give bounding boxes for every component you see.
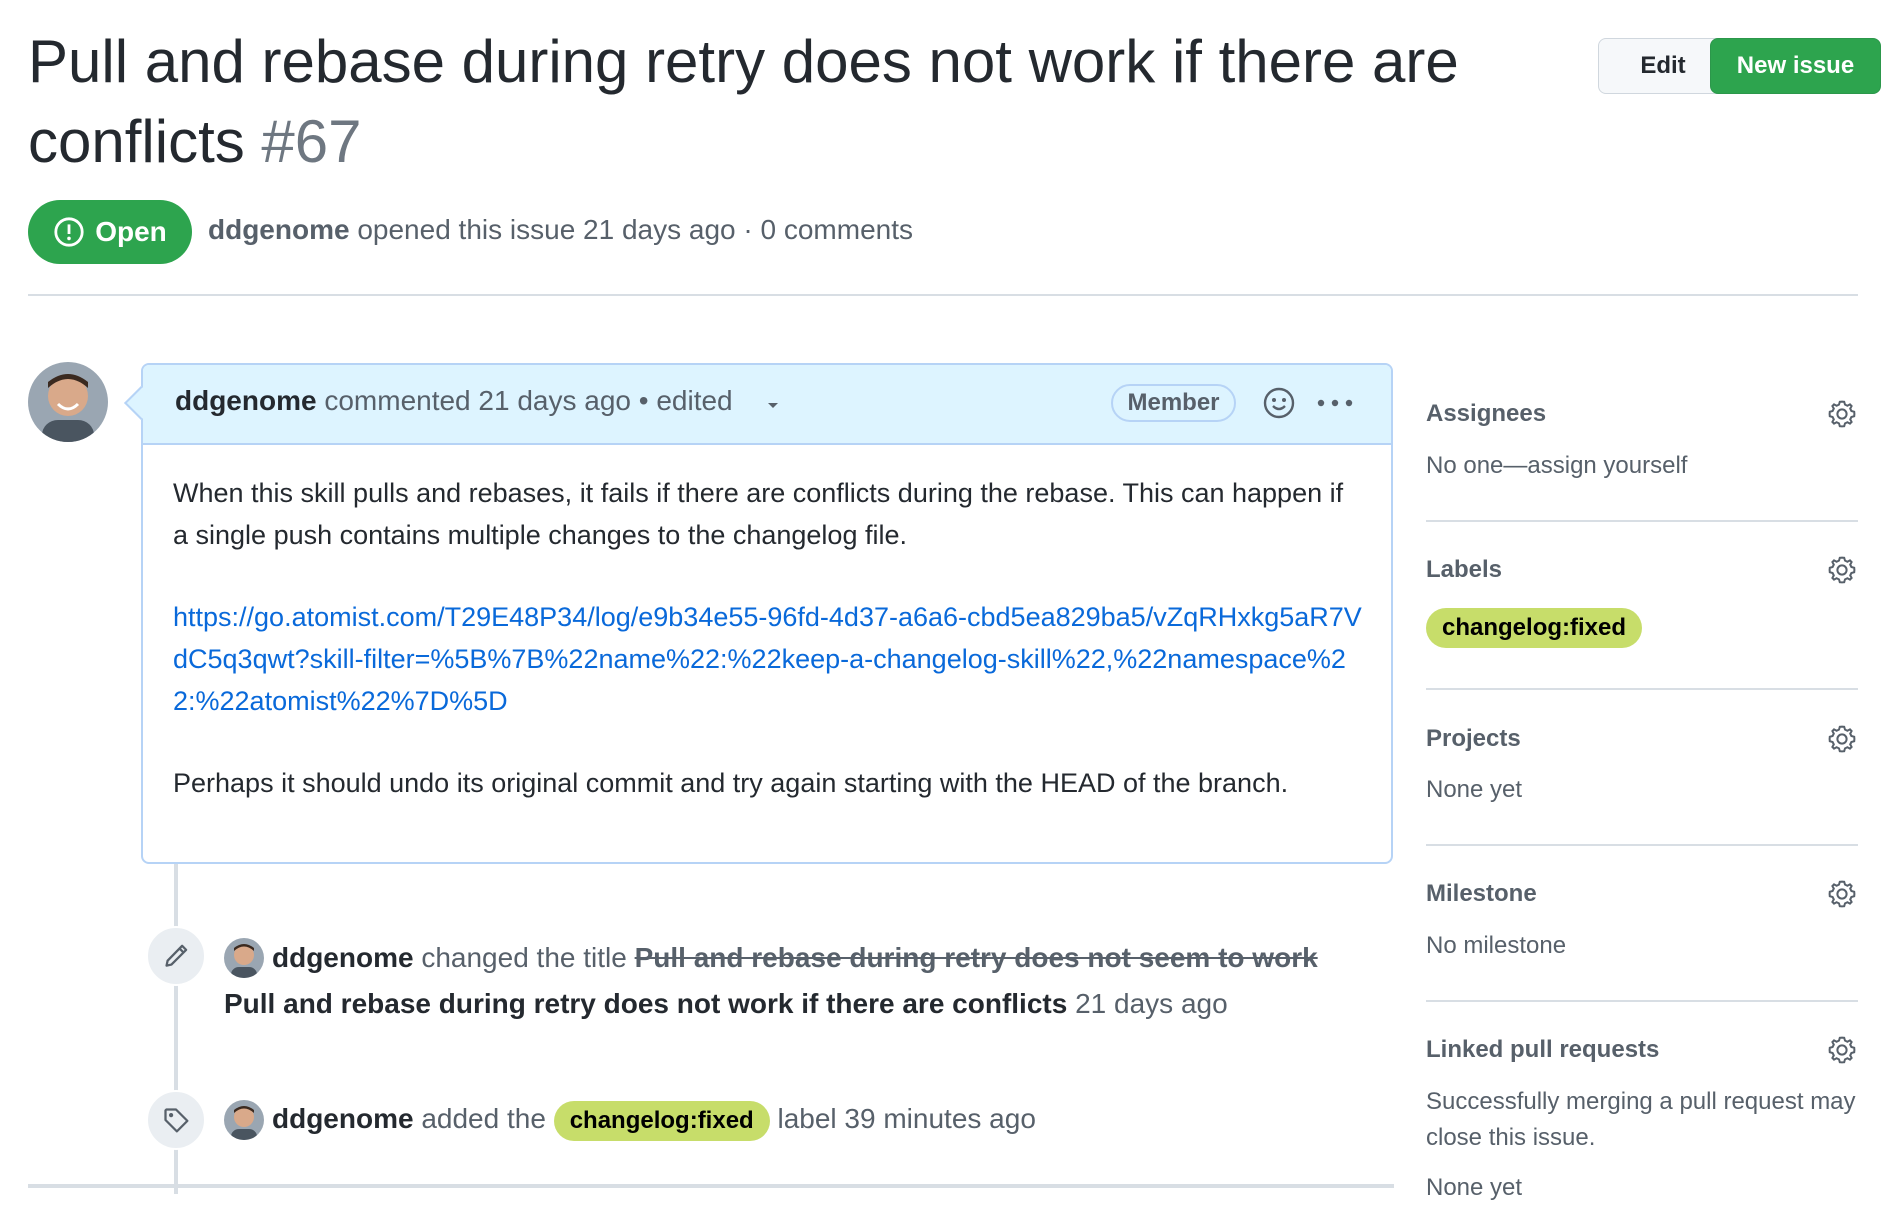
- label-suffix: label 39 minutes ago: [769, 1103, 1036, 1134]
- linked-prs-gear-icon[interactable]: [1826, 1034, 1858, 1066]
- new-title: Pull and rebase during retry does not wo…: [224, 988, 1068, 1019]
- rename-actor-avatar[interactable]: [224, 938, 264, 978]
- rename-event-line-2: Pull and rebase during retry does not wo…: [224, 988, 1228, 1020]
- pencil-icon: [165, 944, 188, 967]
- timeline-bottom-divider: [28, 1184, 1394, 1188]
- assignees-gear-icon[interactable]: [1826, 398, 1858, 430]
- old-title: Pull and rebase during retry does not se…: [634, 942, 1318, 973]
- label-verb: added the: [413, 1103, 554, 1134]
- smiley-icon[interactable]: [1262, 386, 1296, 420]
- comment-paragraph-1: When this skill pulls and rebases, it fa…: [173, 478, 1344, 550]
- issue-title-text: Pull and rebase during retry does not wo…: [28, 28, 1459, 175]
- comment-meta-text[interactable]: commented 21 days ago • edited: [317, 385, 732, 416]
- label-event-line: ddgenome added the changelog:fixed label…: [272, 1101, 1036, 1141]
- tag-icon: [164, 1108, 189, 1133]
- issue-opened-icon: [54, 217, 84, 247]
- sidebar-divider: [1426, 520, 1858, 522]
- rename-event-line-1: ddgenome changed the title Pull and reba…: [272, 942, 1318, 974]
- sidebar-divider: [1426, 1000, 1858, 1002]
- sidebar-divider: [1426, 844, 1858, 846]
- edit-button[interactable]: Edit: [1598, 38, 1728, 94]
- header-divider: [28, 294, 1858, 296]
- comment-paragraph-2: Perhaps it should undo its original comm…: [173, 768, 1289, 798]
- sidebar-divider: [1426, 688, 1858, 690]
- timeline-label-pill[interactable]: changelog:fixed: [553, 1101, 770, 1141]
- linked-prs-value: None yet: [1426, 1174, 1523, 1201]
- issue-title: Pull and rebase during retry does not wo…: [28, 22, 1538, 182]
- rename-time[interactable]: 21 days ago: [1067, 988, 1228, 1019]
- issue-state-badge: Open: [28, 200, 192, 264]
- labels-gear-icon[interactable]: [1826, 554, 1858, 586]
- labels-heading[interactable]: Labels: [1426, 556, 1502, 584]
- issue-state-label: Open: [95, 216, 167, 247]
- rename-event-badge: [146, 926, 206, 986]
- member-badge: Member: [1111, 384, 1236, 422]
- milestone-value: No milestone: [1426, 932, 1567, 959]
- new-issue-button[interactable]: New issue: [1710, 38, 1881, 94]
- assignees-heading[interactable]: Assignees: [1426, 400, 1546, 428]
- rename-actor-link[interactable]: ddgenome: [272, 942, 414, 973]
- milestone-gear-icon[interactable]: [1826, 878, 1858, 910]
- author-avatar[interactable]: [28, 362, 108, 442]
- rename-verb: changed the title: [413, 942, 635, 973]
- issue-opened-text: opened this issue 21 days ago · 0 commen…: [349, 214, 913, 245]
- projects-value: None yet: [1426, 776, 1523, 803]
- issue-meta: ddgenome opened this issue 21 days ago ·…: [208, 214, 913, 246]
- sidebar-label-text: changelog:fixed: [1442, 614, 1627, 641]
- kebab-menu-icon[interactable]: [1316, 396, 1354, 410]
- label-actor-link[interactable]: ddgenome: [272, 1103, 414, 1134]
- label-actor-avatar[interactable]: [224, 1100, 264, 1140]
- comment-meta: ddgenome commented 21 days ago • edited: [175, 385, 733, 417]
- linked-prs-heading[interactable]: Linked pull requests: [1426, 1036, 1659, 1064]
- projects-gear-icon[interactable]: [1826, 723, 1858, 755]
- issue-number: #67: [261, 108, 362, 175]
- atomist-log-link[interactable]: https://go.atomist.com/T29E48P34/log/e9b…: [173, 602, 1362, 716]
- comment-link-paragraph: https://go.atomist.com/T29E48P34/log/e9b…: [173, 596, 1363, 722]
- milestone-heading[interactable]: Milestone: [1426, 880, 1537, 908]
- linked-prs-description: Successfully merging a pull request may …: [1426, 1088, 1856, 1151]
- label-event-badge: [146, 1090, 206, 1150]
- comment-author-link[interactable]: ddgenome: [175, 385, 317, 416]
- issue-author-link[interactable]: ddgenome: [208, 214, 350, 245]
- projects-heading[interactable]: Projects: [1426, 725, 1521, 753]
- chevron-down-icon[interactable]: [764, 396, 782, 414]
- sidebar-label-pill[interactable]: changelog:fixed: [1426, 608, 1643, 648]
- assignees-value[interactable]: No one—assign yourself: [1426, 448, 1856, 484]
